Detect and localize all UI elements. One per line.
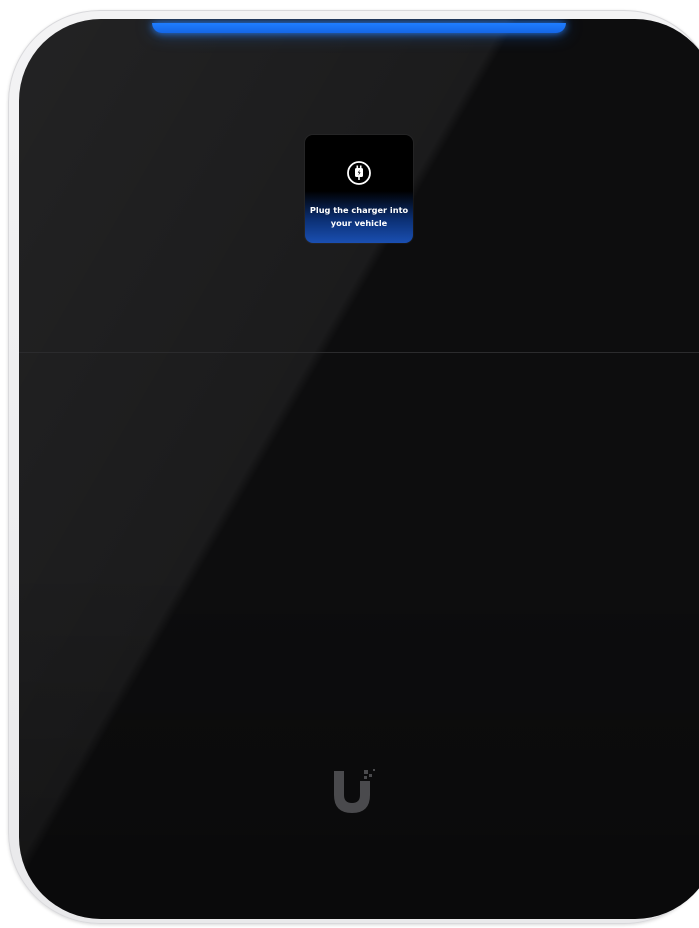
plug-icon (347, 161, 371, 185)
status-screen: Plug the charger into your vehicle (305, 135, 413, 243)
screen-message-line-2: your vehicle (330, 218, 388, 228)
screen-message: Plug the charger into your vehicle (307, 204, 411, 230)
status-led-strip (152, 23, 566, 33)
ev-charger-render: Plug the charger into your vehicle (0, 0, 699, 928)
charger-front-panel: Plug the charger into your vehicle (19, 19, 699, 919)
brand-u-logo (334, 769, 375, 813)
screen-message-line-1: Plug the charger into (309, 205, 409, 215)
panel-seam (19, 352, 699, 353)
